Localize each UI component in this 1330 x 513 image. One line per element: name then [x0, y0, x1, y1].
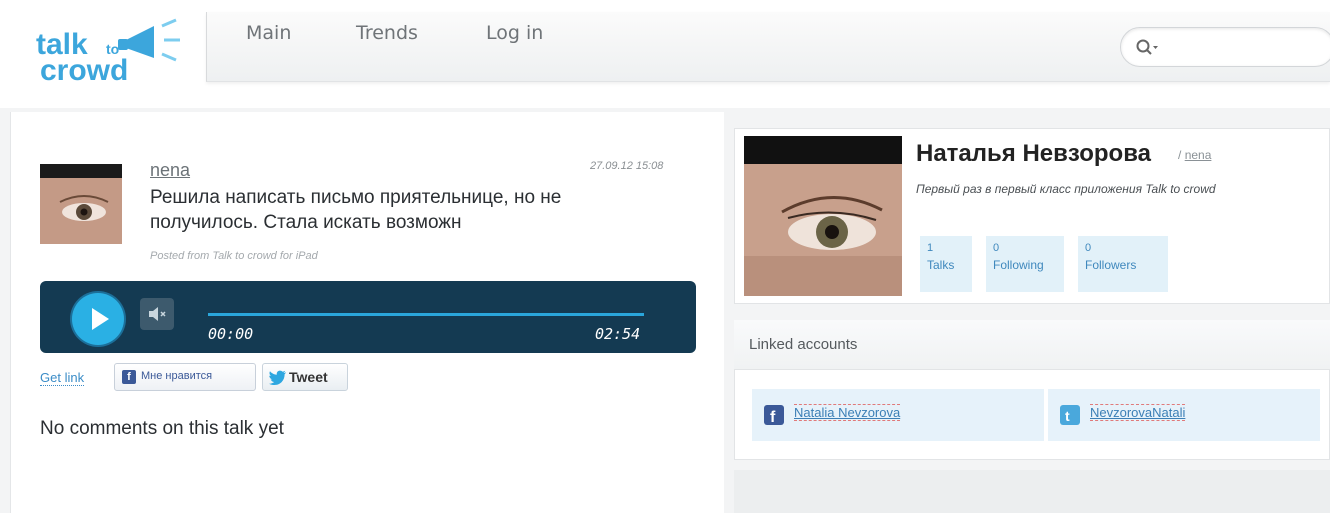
avatar-image	[40, 178, 122, 244]
talk-timestamp: 27.09.12 15:08	[590, 160, 664, 172]
stat-following-value: 0	[993, 242, 1000, 254]
sidebar-bottom-strip	[734, 470, 1330, 513]
nav-main[interactable]: Main	[246, 22, 291, 44]
logo-text-crowd: crowd	[40, 54, 128, 87]
talk-to-crowd-logo[interactable]: talk to crowd	[30, 12, 200, 92]
volume-button[interactable]	[140, 298, 174, 330]
speaker-icon	[149, 307, 166, 321]
stat-followers-value: 0	[1085, 242, 1092, 254]
profile-avatar-image	[744, 164, 902, 296]
like-label: Мне нравится	[141, 370, 213, 382]
linked-account-twitter[interactable]: t NevzorovaNatali	[1048, 389, 1320, 441]
logo-image: talk to crowd	[36, 18, 180, 87]
nav-log-in[interactable]: Log in	[486, 22, 543, 44]
facebook-icon: f	[122, 370, 136, 384]
search-icon	[1135, 38, 1159, 58]
stat-following[interactable]: 0 Following	[986, 236, 1064, 292]
twitter-account-link[interactable]: NevzorovaNatali	[1090, 404, 1186, 421]
facebook-like-button[interactable]: f Мне нравится	[114, 363, 256, 391]
profile-handle: / nena	[1178, 148, 1211, 162]
twitter-bird-icon	[269, 370, 287, 390]
progress-bar[interactable]	[208, 313, 644, 316]
stat-followers[interactable]: 0 Followers	[1078, 236, 1168, 292]
svg-text:f: f	[770, 409, 776, 425]
profile-avatar	[744, 136, 902, 296]
linked-account-facebook[interactable]: f Natalia Nevzorova	[752, 389, 1044, 441]
user-avatar[interactable]	[40, 164, 122, 244]
nav-trends[interactable]: Trends	[356, 22, 418, 44]
stat-following-label: Following	[993, 258, 1044, 272]
handle-prefix: /	[1178, 148, 1182, 162]
profile-name: Наталья Невзорова	[916, 140, 1151, 167]
profile-handle-link[interactable]: nena	[1185, 148, 1212, 162]
get-link-button[interactable]: Get link	[40, 370, 85, 386]
play-icon	[92, 308, 109, 330]
play-button[interactable]	[72, 293, 124, 345]
svg-text:t: t	[1065, 408, 1070, 424]
facebook-icon: f	[764, 405, 784, 426]
search-input[interactable]	[1161, 36, 1321, 58]
audio-player: 00:00 02:54	[40, 281, 696, 353]
profile-bio: Первый раз в первый класс приложения Tal…	[916, 182, 1216, 196]
facebook-account-link[interactable]: Natalia Nevzorova	[794, 404, 901, 421]
search-box[interactable]	[1120, 27, 1330, 67]
twitter-icon: t	[1060, 405, 1080, 425]
stat-followers-label: Followers	[1085, 258, 1137, 272]
current-time: 00:00	[208, 325, 254, 343]
talk-username-link[interactable]: nena	[150, 160, 190, 181]
no-comments-text: No comments on this talk yet	[40, 418, 284, 439]
linked-accounts-title: Linked accounts	[749, 336, 858, 353]
stat-talks-label: Talks	[927, 258, 955, 272]
stat-talks-value: 1	[927, 242, 934, 254]
posted-from-label: Posted from Talk to crowd for iPad	[150, 250, 318, 262]
talk-text: Решила написать письмо приятельнице, но …	[150, 187, 562, 233]
tweet-label: Tweet	[289, 369, 328, 385]
total-time: 02:54	[595, 325, 641, 343]
stat-talks[interactable]: 1 Talks	[920, 236, 972, 292]
tweet-button[interactable]: Tweet	[262, 363, 348, 391]
